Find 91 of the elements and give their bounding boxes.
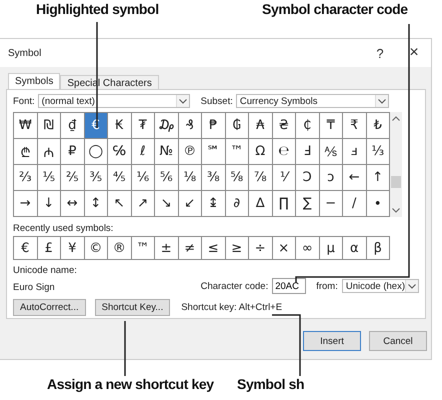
cancel-button[interactable]: Cancel [369, 331, 427, 351]
callout-label: Assign a new shortcut key [47, 376, 214, 392]
leader-line [124, 321, 126, 376]
symbol-cell[interactable]: Ↄ [296, 165, 320, 191]
symbol-cell[interactable]: ₳ [249, 113, 272, 139]
symbol-cell[interactable]: ⅖ [61, 165, 84, 191]
symbol-cell[interactable]: ₾ [14, 139, 38, 165]
symbol-cell[interactable]: ₼ [38, 139, 61, 165]
symbol-cell[interactable]: ↨ [202, 191, 226, 217]
leader-line [272, 314, 301, 376]
field-label: from: [316, 280, 338, 292]
symbol-cell[interactable]: ℮ [272, 139, 296, 165]
symbol-cell[interactable]: ₯ [155, 113, 178, 139]
symbol-cell[interactable]: ℓ [132, 139, 155, 165]
symbol-cell[interactable]: ↖ [108, 191, 132, 217]
callout-label: Symbol character code [262, 1, 408, 17]
dialog-button[interactable]: Shortcut Key... [94, 299, 170, 316]
symbol-cell[interactable]: ⅗ [84, 165, 108, 191]
symbol-cell[interactable]: ↗ [132, 191, 155, 217]
symbol-cell[interactable]: ⅎ [343, 139, 366, 165]
scroll-down-icon [392, 208, 400, 213]
symbol-cell[interactable]: ⅔ [14, 165, 38, 191]
symbol-cell[interactable]: ₪ [38, 113, 61, 139]
symbol-cell[interactable]: ⅘ [108, 165, 132, 191]
symbol-cell[interactable]: ← [343, 165, 366, 191]
field-label: Character code: [200, 280, 268, 292]
symbol-cell[interactable]: ₲ [226, 113, 249, 139]
symbol-cell[interactable]: ∏ [272, 191, 296, 217]
symbol-cell[interactable]: ™ [226, 139, 249, 165]
symbol-cell[interactable]: ∆ [249, 191, 272, 217]
symbol-cell[interactable]: ⅟ [272, 165, 296, 191]
chevron-down-icon [178, 98, 187, 104]
symbol-cell[interactable]: ⅚ [155, 165, 178, 191]
symbol-cell[interactable]: Ⅎ [296, 139, 320, 165]
close-button[interactable]: × [397, 40, 431, 66]
symbol-cell[interactable]: ₽ [61, 139, 84, 165]
symbol-cell[interactable]: № [155, 139, 178, 165]
window-title: Symbol [8, 48, 42, 58]
subset-dropdown[interactable]: Currency Symbols [236, 94, 389, 108]
symbol-cell[interactable]: ₹ [343, 113, 366, 139]
symbol-cell[interactable]: ⅞ [249, 165, 272, 191]
symbol-cell[interactable]: ∑ [296, 191, 320, 217]
unicode-name: Euro Sign [13, 282, 56, 293]
symbol-cell[interactable]: ↕ [84, 191, 108, 217]
symbol-cell[interactable]: ◯ [84, 139, 108, 165]
character-code-field[interactable]: 20AC [272, 278, 306, 294]
symbol-cell[interactable]: ↘ [155, 191, 178, 217]
symbol-cell[interactable]: ⅕ [38, 165, 61, 191]
symbol-cell[interactable]: ₰ [178, 113, 202, 139]
symbol-cell[interactable]: ↔ [61, 191, 84, 217]
symbol-cell[interactable]: ℗ [178, 139, 202, 165]
shortcut-text: Shortcut key: Alt+Ctrl+E [181, 302, 282, 313]
insert-button[interactable]: Insert [303, 331, 361, 351]
scroll-up-icon [392, 116, 400, 121]
field-label: Unicode name: [13, 265, 78, 276]
symbol-cell[interactable]: ⅝ [226, 165, 249, 191]
font-dropdown[interactable]: (normal text) [38, 94, 190, 108]
callout-label: Symbol sh [237, 376, 304, 392]
symbol-cell[interactable]: ↙ [178, 191, 202, 217]
scrollbar-thumb[interactable] [391, 176, 401, 188]
symbol-cell[interactable]: ∂ [226, 191, 249, 217]
chevron-down-icon [378, 98, 386, 104]
symbol-cell[interactable]: ⅛ [178, 165, 202, 191]
callout-label: Highlighted symbol [36, 1, 159, 17]
symbol-cell[interactable]: ℠ [202, 139, 226, 165]
chevron-down-icon [408, 284, 416, 288]
symbol-cell[interactable]: ⅍ [320, 139, 343, 165]
dialog-button[interactable]: AutoCorrect... [13, 299, 86, 316]
tab[interactable]: Symbols [8, 73, 60, 89]
symbol-cell[interactable]: ₵ [296, 113, 320, 139]
field-label: Font: [13, 96, 35, 106]
symbol-cell[interactable]: ⅜ [202, 165, 226, 191]
symbol-cell[interactable]: ₸ [320, 113, 343, 139]
symbol-cell[interactable]: ₩ [14, 113, 38, 139]
help-button[interactable]: ? [363, 40, 397, 66]
field-label: Subset: [200, 96, 233, 106]
scrollbar[interactable] [390, 112, 402, 217]
symbol-cell[interactable]: ∕ [343, 191, 366, 217]
symbol-cell[interactable]: ↓ [38, 191, 61, 217]
section-label: Recently used symbols: [13, 223, 114, 234]
symbol-cell[interactable]: ₱ [202, 113, 226, 139]
symbol-cell[interactable]: Ω [249, 139, 272, 165]
symbol-cell[interactable]: ₮ [132, 113, 155, 139]
symbol-cell[interactable]: ↄ [320, 165, 343, 191]
symbol-cell[interactable]: ₭ [108, 113, 132, 139]
from-dropdown[interactable]: Unicode (hex) [342, 279, 419, 293]
symbol-cell[interactable]: − [320, 191, 343, 217]
symbol-cell[interactable]: ₴ [272, 113, 296, 139]
symbol-cell[interactable]: → [14, 191, 38, 217]
symbol-cell[interactable]: ℅ [108, 139, 132, 165]
symbol-cell[interactable]: ⅙ [132, 165, 155, 191]
